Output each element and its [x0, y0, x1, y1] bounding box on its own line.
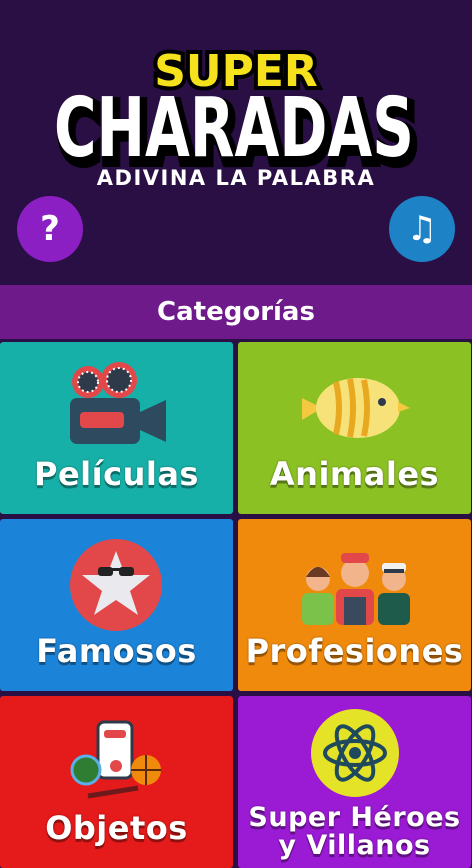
question-mark-icon: ? [40, 209, 60, 249]
music-note-icon: ♫ [406, 209, 438, 249]
category-tile-peliculas[interactable]: Películas [0, 342, 233, 514]
logo-charadas-text: CHARADAS [54, 81, 414, 170]
logo-graphic: SUPER SUPER CHARADAS CHARADAS [53, 42, 423, 170]
logo-subtitle: ADIVINA LA PALABRA [96, 166, 376, 190]
category-tile-objetos[interactable]: Objetos [0, 696, 233, 868]
category-label: Objetos [45, 809, 188, 847]
star-sunglasses-icon [70, 539, 162, 631]
category-tile-famosos[interactable]: Famosos [0, 519, 233, 691]
movie-camera-icon [70, 362, 166, 444]
music-toggle-button[interactable]: ♫ [389, 196, 455, 262]
category-label: Profesiones [245, 632, 464, 670]
category-label: Animales [269, 455, 440, 493]
category-tile-super-heroes[interactable]: Super Héroes y Villanos [238, 696, 471, 868]
fish-icon [302, 378, 410, 438]
categories-title-bar: Categorías [0, 285, 472, 339]
app-header: SUPER SUPER CHARADAS CHARADAS ADIVINA LA… [0, 0, 472, 285]
categories-title: Categorías [157, 297, 315, 327]
objects-icon [70, 720, 161, 799]
category-tile-profesiones[interactable]: Profesiones [238, 519, 471, 691]
help-button[interactable]: ? [17, 196, 83, 262]
category-label: Películas [34, 455, 199, 493]
category-label: Super Héroes y Villanos [248, 802, 461, 861]
app-logo: SUPER SUPER CHARADAS CHARADAS ADIVINA LA… [0, 40, 472, 200]
category-label: Famosos [36, 632, 197, 670]
professionals-icon [302, 553, 410, 625]
atom-icon [311, 709, 399, 797]
category-tile-animales[interactable]: Animales [238, 342, 471, 514]
